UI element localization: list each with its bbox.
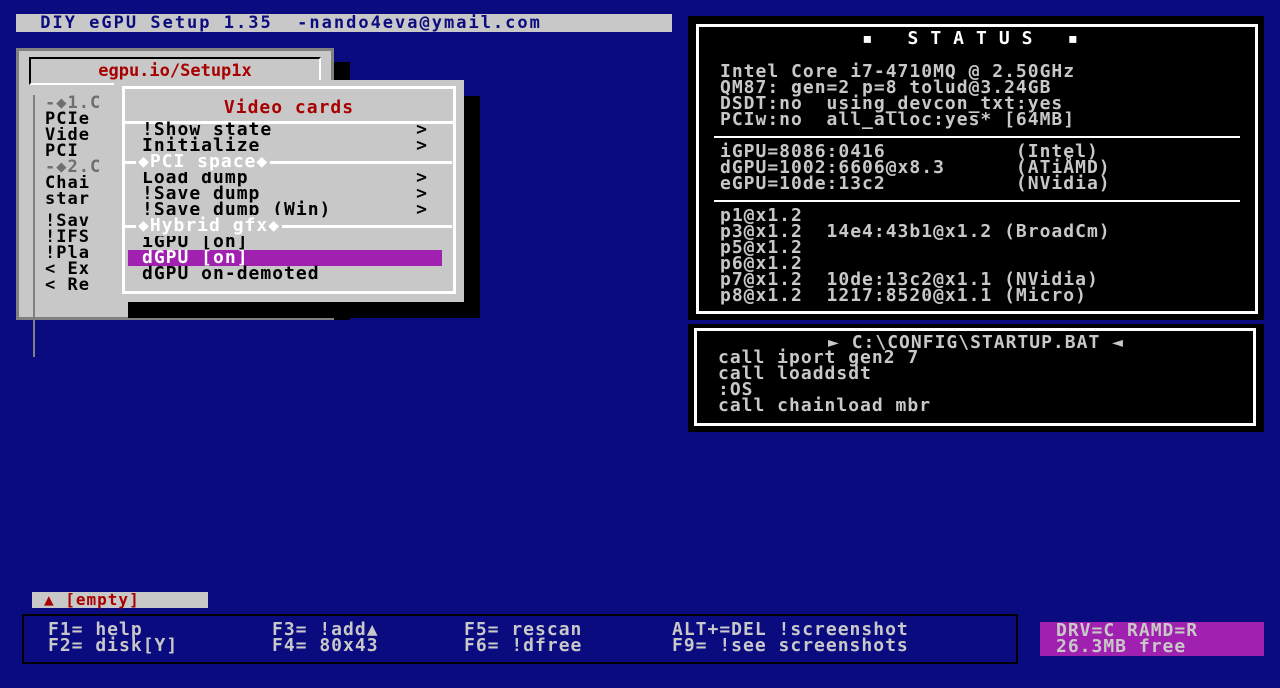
startup-bat-panel: ► C:\CONFIG\STARTUP.BAT ◄ call iport gen… [688, 324, 1264, 432]
status-divider [714, 200, 1240, 202]
status-panel: ▪ STATUS ▪ Intel Core i7-4710MQ @ 2.50GH… [688, 16, 1264, 320]
menu-item-label: ◆Hybrid gfx◆ [136, 215, 283, 236]
submenu-arrow-icon: > [416, 199, 428, 220]
menu-item-label: dGPU on-demoted [142, 263, 320, 284]
menu-section-header: ◆Hybrid gfx◆ [122, 215, 452, 236]
function-key-bar: F1= help F2= disk[Y] F3= !add▲ F4= 80x43… [22, 614, 1018, 664]
ramdisk-free-space: 26.3MB free [1056, 636, 1187, 657]
menu-section-header: ◆PCI space◆ [122, 151, 452, 172]
fkey-column-3: F5= rescan F6= !dfree [464, 621, 582, 655]
menu-item-label: ◆PCI space◆ [136, 151, 271, 172]
main-menu-frame [33, 95, 35, 357]
f9-see-screenshots-key[interactable]: F9= !see screenshots [672, 637, 909, 655]
f6-dfree-key[interactable]: F6= !dfree [464, 637, 582, 655]
pcie-port-line: p8@x1.2 1217:8520@x1.1 (Micro) [720, 285, 1087, 306]
gpu-info-group: iGPU=8086:0416 (Intel) dGPU=1002:6606@x8.… [720, 143, 1250, 194]
status-divider [714, 136, 1240, 138]
video-menu-items: !Show state > Initialize > ◆PCI space◆ Load d… [122, 121, 452, 284]
app-title-bar: DIY eGPU Setup 1.35 -nando4eva@ymail.com [16, 14, 672, 32]
submenu-arrow-icon: > [416, 135, 428, 156]
fkey-column-4: ALT+=DEL !screenshot F9= !see screenshot… [672, 621, 909, 655]
f2-disk-key[interactable]: F2= disk[Y] [48, 637, 178, 655]
drive-info-badge: DRV=C RAMD=R 26.3MB free [1040, 622, 1264, 656]
empty-slot-label: ▲ [empty] [32, 592, 208, 608]
cpu-info-group: Intel Core i7-4710MQ @ 2.50GHz QM87: gen=… [720, 63, 1250, 130]
video-menu-title: Video cards [223, 97, 355, 118]
video-cards-menu: Video cards !Show state > Initialize > ◆PCI … [114, 80, 464, 302]
dos-screen: DIY eGPU Setup 1.35 -nando4eva@ymail.com… [0, 0, 1280, 688]
startup-bat-lines: call iport gen2 7 call loaddsdt:OS call ch… [718, 349, 932, 416]
pcie-ports-group: p1@x1.2 p3@x1.2 14e4:43b1@x1.2 (BroadCm) p… [720, 207, 1250, 306]
fkey-column-2: F3= !add▲ F4= 80x43 [272, 621, 379, 655]
menu-item[interactable]: dGPU on-demoted [128, 263, 446, 284]
gpu-info-line: eGPU=10de:13c2 (NVidia) [720, 173, 1111, 194]
fkey-column-1: F1= help F2= disk[Y] [48, 621, 178, 655]
status-title: ▪ STATUS ▪ [861, 28, 1091, 49]
f4-resolution-key[interactable]: F4= 80x43 [272, 637, 379, 655]
cpu-info-line: PCIw:no all_alloc:yes* [64MB] [720, 109, 1076, 130]
startup-bat-line: call chainload mbr [718, 395, 932, 416]
